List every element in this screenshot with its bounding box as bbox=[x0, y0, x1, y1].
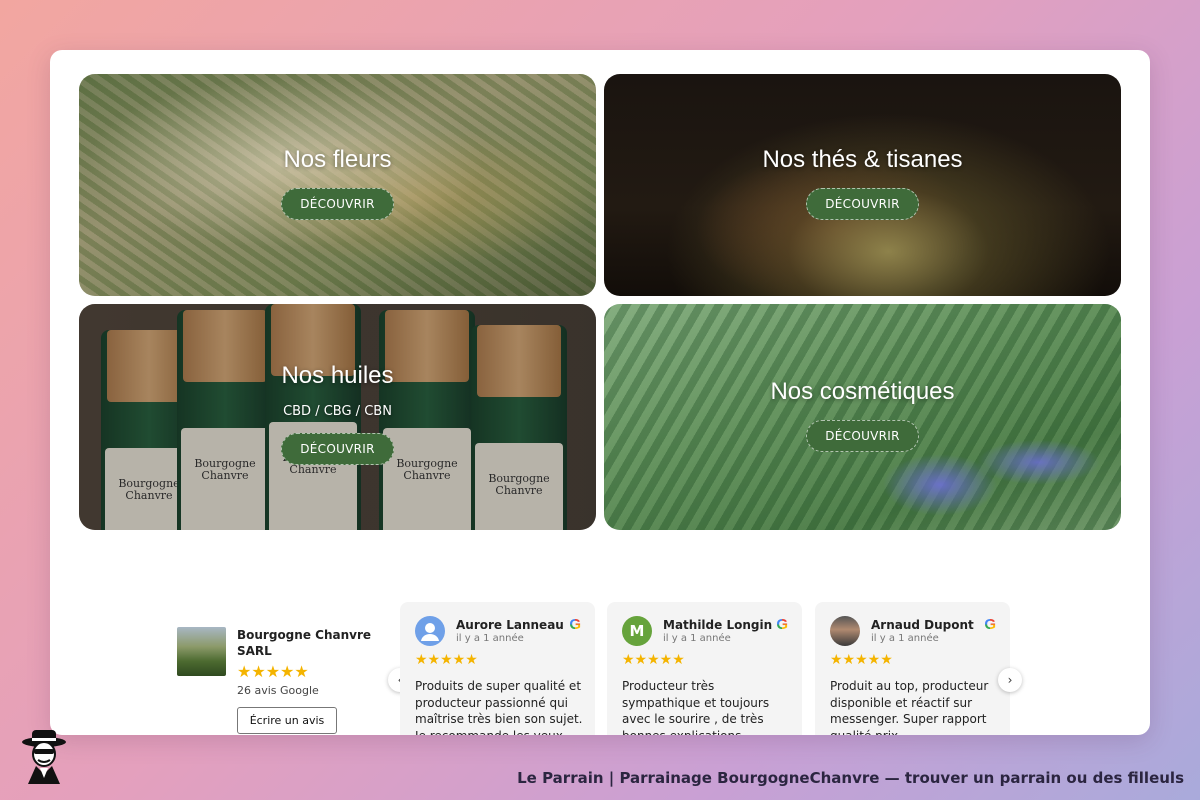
business-photo bbox=[177, 627, 226, 676]
main-card: Nos fleurs DÉCOUVRIR Nos thés & tisanes … bbox=[50, 50, 1150, 735]
carousel-next-icon[interactable]: › bbox=[998, 668, 1022, 692]
reviewer-name: Aurore Lanneau bbox=[456, 618, 564, 632]
google-icon: G bbox=[984, 616, 996, 633]
business-rating-stars: ★★★★★ bbox=[237, 662, 309, 681]
category-tile-huiles[interactable]: Bourgogne Chanvre Bourgogne Chanvre Bour… bbox=[79, 304, 596, 530]
tile-content: Nos thés & tisanes DÉCOUVRIR bbox=[604, 146, 1121, 220]
category-tile-cosmetiques[interactable]: Nos cosmétiques DÉCOUVRIR bbox=[604, 304, 1121, 530]
avatar: M bbox=[622, 616, 652, 646]
tile-content: Nos huiles CBD / CBG / CBN DÉCOUVRIR bbox=[79, 362, 596, 465]
review-date: il y a 1 année bbox=[871, 633, 939, 644]
tile-title: Nos cosmétiques bbox=[770, 378, 955, 405]
discover-button[interactable]: DÉCOUVRIR bbox=[806, 188, 919, 220]
google-icon: G bbox=[776, 616, 788, 633]
business-name: Bourgogne Chanvre SARL bbox=[237, 628, 372, 658]
avatar bbox=[415, 616, 445, 646]
write-review-button[interactable]: Écrire un avis bbox=[237, 707, 337, 734]
discover-button[interactable]: DÉCOUVRIR bbox=[806, 420, 919, 452]
review-text: Producteur très sympathique et toujours … bbox=[622, 679, 770, 735]
avatar bbox=[830, 616, 860, 646]
discover-button[interactable]: DÉCOUVRIR bbox=[281, 433, 394, 465]
reviewer-name: Mathilde Longin bbox=[663, 618, 773, 632]
tile-title: Nos thés & tisanes bbox=[762, 146, 963, 173]
review-text: Produits de super qualité et producteur … bbox=[415, 679, 583, 735]
footer-text: Le Parrain | Parrainage BourgogneChanvre… bbox=[517, 769, 1184, 787]
review-count: 26 avis Google bbox=[237, 684, 319, 697]
review-card: Aurore Lanneau il y a 1 année G ★★★★★ Pr… bbox=[400, 602, 595, 735]
review-date: il y a 1 année bbox=[663, 633, 731, 644]
category-tile-fleurs[interactable]: Nos fleurs DÉCOUVRIR bbox=[79, 74, 596, 296]
review-card: M Mathilde Longin il y a 1 année G ★★★★★… bbox=[607, 602, 802, 735]
review-stars: ★★★★★ bbox=[830, 652, 893, 668]
review-date: il y a 1 année bbox=[456, 633, 524, 644]
tile-content: Nos cosmétiques DÉCOUVRIR bbox=[604, 378, 1121, 452]
tile-subtitle: CBD / CBG / CBN bbox=[283, 404, 392, 419]
mafia-mascot-logo bbox=[22, 730, 66, 784]
tile-content: Nos fleurs DÉCOUVRIR bbox=[79, 146, 596, 220]
tile-title: Nos huiles bbox=[281, 362, 394, 389]
review-card: Arnaud Dupont il y a 1 année G ★★★★★ Pro… bbox=[815, 602, 1010, 735]
reviewer-name: Arnaud Dupont bbox=[871, 618, 974, 632]
category-tile-thes[interactable]: Nos thés & tisanes DÉCOUVRIR bbox=[604, 74, 1121, 296]
review-stars: ★★★★★ bbox=[622, 652, 685, 668]
tile-title: Nos fleurs bbox=[283, 146, 392, 173]
review-stars: ★★★★★ bbox=[415, 652, 478, 668]
review-text: Produit au top, producteur disponible et… bbox=[830, 679, 989, 735]
discover-button[interactable]: DÉCOUVRIR bbox=[281, 188, 394, 220]
google-icon: G bbox=[569, 616, 581, 633]
